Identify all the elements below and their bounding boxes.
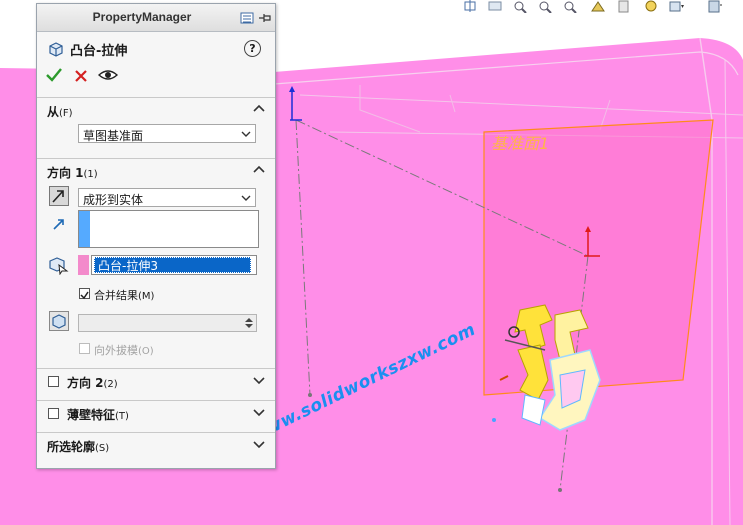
display-style-icon[interactable]	[590, 0, 606, 13]
draft-outward-checkbox[interactable]	[79, 343, 90, 354]
checkmark-icon	[80, 291, 89, 300]
chevron-down-icon[interactable]	[241, 130, 251, 138]
solid-body-select-icon	[49, 257, 69, 275]
hide-show-items-icon[interactable]	[616, 0, 632, 13]
merge-result-label: 合并结果(M)	[94, 289, 155, 302]
body-color-swatch	[78, 255, 89, 275]
section-view-icon[interactable]	[537, 0, 553, 13]
x-icon[interactable]	[74, 69, 88, 83]
merge-result-checkbox[interactable]	[79, 288, 90, 300]
previous-view-icon[interactable]	[512, 0, 528, 13]
edit-appearance-icon[interactable]	[643, 0, 659, 13]
section-thin-feature[interactable]: 薄壁特征(T)	[37, 400, 275, 425]
reverse-direction-button[interactable]	[49, 186, 69, 206]
zoom-to-area-icon[interactable]	[487, 0, 503, 13]
draft-icon	[52, 314, 66, 329]
chevron-down-icon[interactable]	[253, 438, 265, 450]
chevron-down-icon[interactable]	[241, 194, 251, 202]
datum-plane	[483, 119, 714, 396]
draft-toggle-button[interactable]	[49, 311, 69, 331]
panel-title: PropertyManager	[92, 10, 192, 24]
feature-title: 凸台-拉伸	[70, 44, 128, 59]
section-direction1[interactable]: 方向 1(1)	[37, 158, 275, 183]
section-from[interactable]: 从(F)	[37, 97, 275, 122]
selection-color-swatch	[79, 211, 90, 247]
draft-angle-input[interactable]	[78, 314, 257, 332]
property-manager-panel: PropertyManager 凸台-拉伸 ? 从(F) 草图基准面 方向 1(…	[36, 3, 276, 469]
pushpin-icon[interactable]	[258, 13, 272, 23]
view-orientation-icon[interactable]	[562, 0, 578, 13]
thin-feature-checkbox[interactable]	[48, 408, 59, 419]
section-selected-contours[interactable]: 所选轮廓(S)	[37, 432, 275, 457]
apply-scene-icon[interactable]	[668, 0, 684, 13]
from-condition-dropdown[interactable]: 草图基准面	[78, 124, 256, 143]
chevron-down-icon[interactable]	[253, 406, 265, 418]
reverse-direction-icon	[52, 190, 64, 203]
panel-header: PropertyManager	[37, 4, 275, 32]
chevron-up-icon[interactable]	[253, 164, 265, 176]
selected-body-item[interactable]: 凸台-拉伸3	[94, 257, 251, 273]
zoom-to-fit-icon[interactable]	[462, 0, 478, 13]
eye-icon[interactable]	[98, 69, 118, 81]
target-body-selection-box[interactable]: 凸台-拉伸3	[91, 255, 257, 275]
draft-outward-label: 向外拔模(O)	[94, 344, 154, 357]
checkmark-icon[interactable]	[46, 68, 62, 82]
view-settings-icon[interactable]	[706, 0, 722, 13]
plane-label: 基准面1	[491, 134, 549, 153]
chevron-down-icon[interactable]	[253, 374, 265, 386]
spinner-icon[interactable]	[243, 316, 255, 330]
direction2-checkbox[interactable]	[48, 376, 59, 387]
direction-vector-selection-box[interactable]	[78, 210, 259, 248]
boss-extrude-icon	[49, 42, 63, 57]
chevron-up-icon[interactable]	[253, 103, 265, 115]
direction-arrow-icon	[53, 219, 64, 230]
section-direction2[interactable]: 方向 2(2)	[37, 368, 275, 393]
pin-list-icon[interactable]	[240, 12, 254, 24]
help-button[interactable]: ?	[244, 40, 261, 57]
end-condition-dropdown[interactable]: 成形到实体	[78, 188, 256, 207]
